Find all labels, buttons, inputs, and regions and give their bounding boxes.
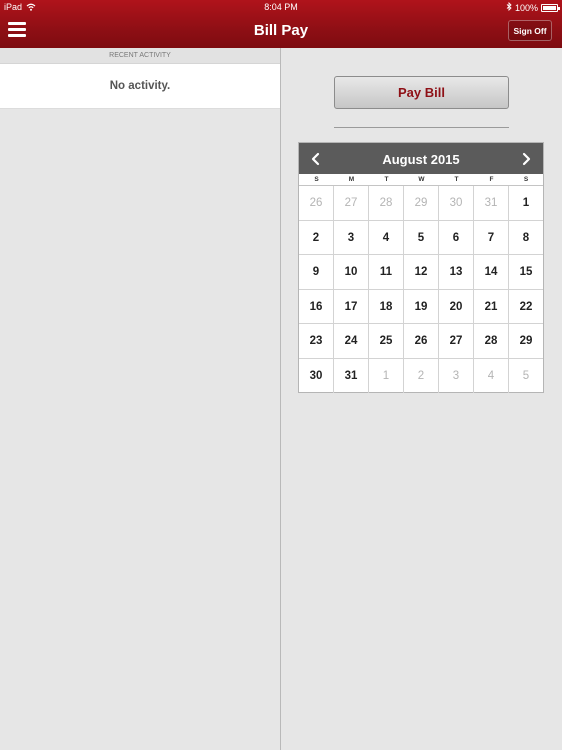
calendar-day[interactable]: 12: [404, 255, 439, 289]
recent-activity-header: RECENT ACTIVITY: [0, 48, 280, 64]
menu-button[interactable]: [8, 22, 26, 37]
calendar-week-row: 30 31 1 2 3 4 5: [299, 358, 543, 394]
calendar-day[interactable]: 5: [404, 220, 439, 254]
calendar-month-title: August 2015: [382, 152, 460, 167]
battery-percent: 100%: [514, 2, 538, 13]
recent-activity-panel: RECENT ACTIVITY No activity.: [0, 48, 281, 750]
next-month-button[interactable]: [514, 147, 538, 171]
status-time: 8:04 PM: [264, 2, 298, 12]
calendar-day[interactable]: 26: [404, 324, 439, 358]
calendar-week-row: 9 10 11 12 13 14 15: [299, 255, 543, 290]
calendar-day[interactable]: 6: [439, 220, 474, 254]
calendar-day-other-month[interactable]: 31: [474, 186, 509, 220]
weekday-label: F: [489, 176, 494, 183]
calendar-day[interactable]: 2: [299, 220, 334, 254]
page-title: Bill Pay: [253, 22, 309, 39]
calendar-day[interactable]: 23: [299, 324, 334, 358]
battery-icon: [541, 3, 560, 12]
divider: [334, 127, 509, 128]
calendar-day[interactable]: 25: [369, 324, 404, 358]
calendar-week-row: 16 17 18 19 20 21 22: [299, 289, 543, 324]
calendar-week-row: 23 24 25 26 27 28 29: [299, 324, 543, 359]
calendar-day[interactable]: 17: [334, 289, 369, 323]
app-window: iPad 8:04 PM 100% Bill Pay Sign Off RECE…: [0, 0, 562, 750]
weekday-label: T: [454, 176, 459, 183]
calendar-day[interactable]: 4: [369, 220, 404, 254]
calendar-header: August 2015: [299, 143, 543, 174]
status-bar: iPad 8:04 PM 100%: [0, 0, 562, 14]
calendar-day[interactable]: 8: [509, 221, 543, 255]
calendar-day-other-month[interactable]: 4: [474, 358, 509, 393]
calendar-day-other-month[interactable]: 5: [509, 359, 543, 394]
calendar-day[interactable]: 11: [369, 255, 404, 289]
calendar-day-other-month[interactable]: 27: [334, 186, 369, 220]
calendar: August 2015 S M T W T F S 26 27 28 29 30 31 1 2…: [298, 142, 544, 393]
calendar-day[interactable]: 1: [509, 186, 543, 220]
battery-fill: [543, 5, 556, 10]
calendar-day-other-month[interactable]: 28: [369, 186, 404, 220]
no-activity-message: No activity.: [0, 64, 280, 109]
calendar-day[interactable]: 19: [404, 289, 439, 323]
calendar-day[interactable]: 21: [474, 289, 509, 323]
sign-off-button[interactable]: Sign Off: [508, 20, 552, 41]
calendar-day[interactable]: 20: [439, 289, 474, 323]
pay-bill-button[interactable]: Pay Bill: [334, 76, 509, 109]
chevron-right-icon: [522, 152, 531, 166]
calendar-day[interactable]: 3: [334, 220, 369, 254]
calendar-day[interactable]: 22: [509, 290, 543, 324]
calendar-week-row: 2345678: [299, 220, 543, 255]
calendar-day[interactable]: 16: [299, 289, 334, 323]
calendar-day-other-month[interactable]: 2: [404, 358, 439, 393]
calendar-day[interactable]: 15: [509, 255, 543, 289]
calendar-day[interactable]: 10: [334, 255, 369, 289]
weekday-header-row: S M T W T F S: [299, 174, 543, 186]
hamburger-menu-icon: [8, 22, 26, 25]
calendar-day[interactable]: 9: [299, 255, 334, 289]
app-header: iPad 8:04 PM 100% Bill Pay Sign Off: [0, 0, 562, 48]
calendar-day[interactable]: 7: [474, 220, 509, 254]
weekday-label: T: [384, 176, 389, 183]
calendar-day[interactable]: 27: [439, 324, 474, 358]
calendar-day[interactable]: 28: [474, 324, 509, 358]
calendar-day[interactable]: 30: [299, 358, 334, 393]
weekday-label: S: [314, 176, 319, 183]
nav-bar: Bill Pay Sign Off: [0, 14, 562, 48]
calendar-day[interactable]: 24: [334, 324, 369, 358]
calendar-day[interactable]: 13: [439, 255, 474, 289]
bill-pay-panel: Pay Bill August 2015 S M T W T F S 26 27…: [282, 48, 562, 750]
calendar-day-other-month[interactable]: 29: [404, 186, 439, 220]
calendar-day[interactable]: 14: [474, 255, 509, 289]
calendar-day[interactable]: 29: [509, 324, 543, 358]
calendar-day-other-month[interactable]: 3: [439, 358, 474, 393]
calendar-day-other-month[interactable]: 30: [439, 186, 474, 220]
weekday-label: M: [348, 176, 355, 183]
weekday-label: W: [418, 176, 425, 183]
calendar-week-row: 26 27 28 29 30 31 1: [299, 186, 543, 221]
weekday-label: S: [523, 176, 529, 183]
calendar-day-other-month[interactable]: 1: [369, 358, 404, 393]
calendar-day[interactable]: 31: [334, 358, 369, 393]
calendar-day-other-month[interactable]: 26: [299, 186, 334, 220]
bluetooth-icon: [506, 1, 512, 13]
calendar-day[interactable]: 18: [369, 289, 404, 323]
calendar-grid: 26 27 28 29 30 31 1 2 3 4 5 6 7 8 9 10 11 12 13 14 15 16 17 18 1…: [299, 186, 543, 393]
status-right: 100%: [506, 1, 560, 13]
